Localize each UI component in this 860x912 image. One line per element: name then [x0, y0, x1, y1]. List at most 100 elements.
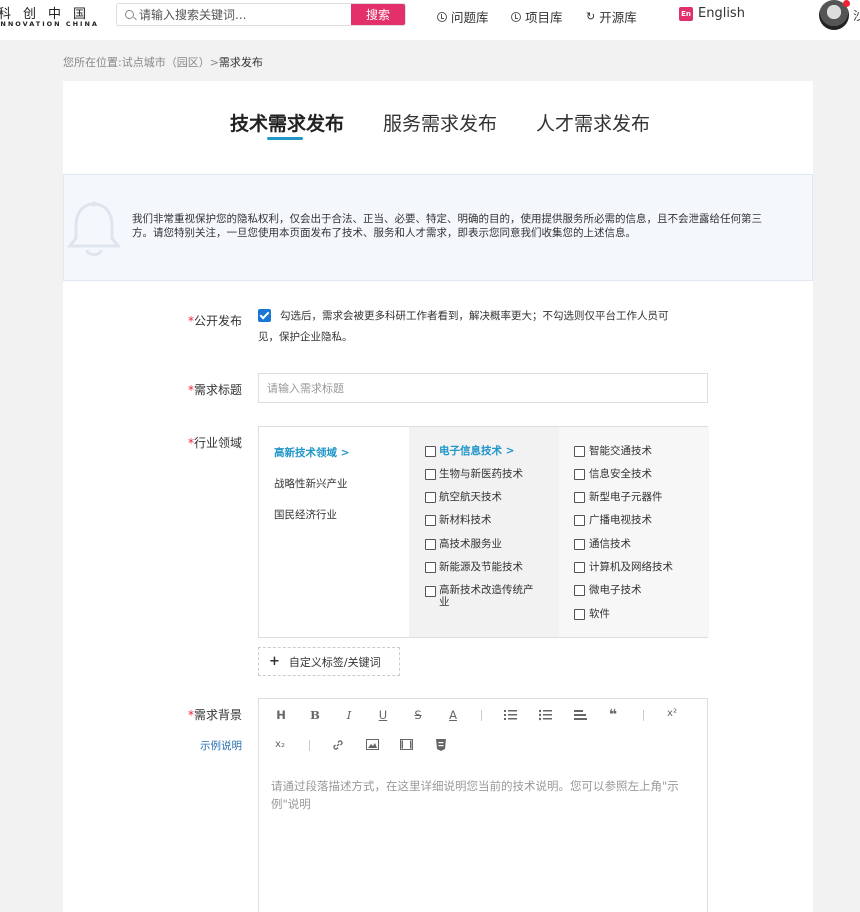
industry-checkbox[interactable]	[574, 585, 585, 596]
image-icon[interactable]	[366, 739, 379, 750]
background-label: *需求背景	[188, 708, 243, 722]
tab-tech-demand[interactable]: 技术需求发布	[230, 109, 344, 136]
notification-dot	[843, 0, 850, 7]
public-label: *公开发布	[188, 314, 243, 328]
industry-level3-item[interactable]: 通信技术	[589, 538, 631, 550]
align-icon[interactable]	[574, 709, 587, 721]
nav-project-library[interactable]: 项目库	[511, 7, 563, 26]
plus-icon: +	[269, 654, 280, 669]
strikethrough-button[interactable]: S	[410, 708, 426, 722]
subscript-button[interactable]: x₂	[272, 739, 288, 750]
refresh-icon: ↻	[586, 10, 596, 23]
font-color-button[interactable]: A	[445, 708, 461, 722]
language-switch[interactable]: En English	[679, 6, 745, 21]
industry-checkbox[interactable]	[425, 562, 436, 573]
bell-icon	[67, 201, 121, 256]
industry-level1-item[interactable]: 国民经济行业	[274, 507, 337, 522]
industry-level2-item[interactable]: 电子信息技术 >	[439, 445, 514, 457]
industry-level1-item[interactable]: 战略性新兴产业	[274, 476, 348, 491]
toolbar-divider	[309, 740, 310, 751]
editor-placeholder[interactable]: 请通过段落描述方式，在这里详细说明您当前的技术说明。您可以参照左上角"示例"说明	[271, 777, 701, 813]
industry-level3-item[interactable]: 广播电视技术	[589, 514, 652, 526]
superscript-button[interactable]: x²	[664, 708, 680, 719]
clock-icon	[437, 11, 447, 22]
industry-checkbox[interactable]	[574, 492, 585, 503]
industry-level3-column: 智能交通技术 信息安全技术 新型电子元器件 广播电视技术 通信技术 计算机及网络…	[559, 427, 709, 637]
industry-level2-item[interactable]: 高新技术改造传统产业	[439, 584, 539, 608]
tab-active-indicator	[267, 137, 303, 140]
language-label: English	[698, 6, 745, 21]
industry-level2-item[interactable]: 生物与新医药技术	[439, 468, 523, 480]
logo-english[interactable]: INNOVATION CHINA	[0, 20, 99, 28]
nav-open-source-library[interactable]: ↻ 开源库	[586, 7, 637, 26]
example-link[interactable]: 示例说明	[200, 738, 242, 753]
user-name[interactable]: 沙	[853, 7, 860, 24]
underline-button[interactable]: U	[375, 708, 391, 722]
industry-level2-item[interactable]: 新材料技术	[439, 514, 492, 526]
tab-bar: 技术需求发布 服务需求发布 人才需求发布	[63, 81, 813, 171]
bold-button[interactable]: B	[307, 708, 323, 722]
industry-checkbox[interactable]	[425, 586, 436, 597]
toolbar-divider	[643, 710, 644, 721]
industry-checkbox[interactable]	[425, 492, 436, 503]
industry-checkbox[interactable]	[574, 609, 585, 620]
privacy-notice-text: 我们非常重视保护您的隐私权利，仅会出于合法、正当、必要、特定、明确的目的，使用提…	[132, 213, 762, 239]
quote-icon[interactable]: ❝	[605, 707, 621, 723]
industry-level3-item[interactable]: 计算机及网络技术	[589, 561, 673, 573]
title-label: *需求标题	[188, 383, 243, 397]
industry-level3-item[interactable]: 软件	[589, 608, 610, 620]
video-icon[interactable]	[400, 739, 413, 750]
industry-level3-item[interactable]: 新型电子元器件	[589, 491, 663, 503]
demand-title-input[interactable]	[258, 373, 708, 403]
search-box: 搜索	[116, 3, 406, 26]
add-custom-tag-button[interactable]: + 自定义标签/关键词	[258, 647, 400, 676]
industry-checkbox[interactable]	[574, 515, 585, 526]
industry-checkbox[interactable]	[574, 539, 585, 550]
industry-level3-item[interactable]: 智能交通技术	[589, 445, 652, 457]
industry-level3-item[interactable]: 微电子技术	[589, 584, 642, 596]
public-description: 勾选后，需求会被更多科研工作者看到，解决概率更大；不勾选则仅平台工作人员可见，保…	[258, 310, 669, 343]
italic-button[interactable]: I	[341, 708, 357, 722]
rich-text-editor: H B I U S A ❝ x² x₂ 请通过段落描述方式，在这里详细说明您当前…	[258, 698, 708, 912]
search-button[interactable]: 搜索	[351, 4, 405, 25]
tab-service-demand[interactable]: 服务需求发布	[383, 109, 497, 136]
nav-label: 问题库	[451, 10, 489, 25]
nav-label: 开源库	[599, 10, 637, 25]
search-input[interactable]	[139, 4, 349, 25]
nav-problem-library[interactable]: 问题库	[437, 7, 489, 26]
nav-label: 项目库	[525, 10, 563, 25]
main-card: 技术需求发布 服务需求发布 人才需求发布 我们非常重视保护您的隐私权利，仅会出于…	[63, 81, 813, 912]
ordered-list-icon[interactable]	[504, 709, 517, 721]
breadcrumb-current: 需求发布	[218, 56, 263, 69]
industry-level1-item[interactable]: 高新技术领域 >	[274, 445, 349, 460]
industry-level2-item[interactable]: 新能源及节能技术	[439, 561, 523, 573]
html5-icon[interactable]	[436, 739, 446, 751]
breadcrumb-prefix[interactable]: 您所在位置:试点城市（园区）>	[63, 56, 219, 69]
breadcrumb: 您所在位置:试点城市（园区）>需求发布	[63, 54, 263, 70]
industry-checkbox[interactable]	[574, 562, 585, 573]
industry-level3-item[interactable]: 信息安全技术	[589, 468, 652, 480]
custom-tag-label: 自定义标签/关键词	[288, 655, 381, 669]
english-icon: En	[679, 6, 693, 21]
top-header: 科创中国 INNOVATION CHINA 搜索 问题库 项目库 ↻ 开源库 E…	[0, 0, 860, 40]
heading-button[interactable]: H	[273, 708, 289, 722]
link-icon[interactable]	[332, 739, 344, 751]
search-icon	[125, 10, 134, 19]
industry-selector: 高新技术领域 > 战略性新兴产业 国民经济行业 电子信息技术 > 生物与新医药技…	[258, 426, 709, 638]
tab-talent-demand[interactable]: 人才需求发布	[536, 109, 650, 136]
industry-level1-column: 高新技术领域 > 战略性新兴产业 国民经济行业	[259, 427, 409, 637]
industry-checkbox[interactable]	[574, 446, 585, 457]
clock-icon	[511, 11, 521, 22]
industry-level2-item[interactable]: 高技术服务业	[439, 538, 502, 550]
industry-label: *行业领域	[188, 436, 243, 450]
industry-level2-item[interactable]: 航空航天技术	[439, 491, 502, 503]
industry-checkbox[interactable]	[425, 515, 436, 526]
industry-checkbox[interactable]	[425, 446, 436, 457]
industry-checkbox[interactable]	[574, 469, 585, 480]
bullet-list-icon[interactable]	[539, 709, 552, 721]
toolbar-divider	[481, 710, 482, 721]
privacy-notice: 我们非常重视保护您的隐私权利，仅会出于合法、正当、必要、特定、明确的目的，使用提…	[63, 174, 813, 281]
industry-level2-column: 电子信息技术 > 生物与新医药技术 航空航天技术 新材料技术 高技术服务业 新能…	[409, 427, 559, 637]
industry-checkbox[interactable]	[425, 469, 436, 480]
industry-checkbox[interactable]	[425, 539, 436, 550]
